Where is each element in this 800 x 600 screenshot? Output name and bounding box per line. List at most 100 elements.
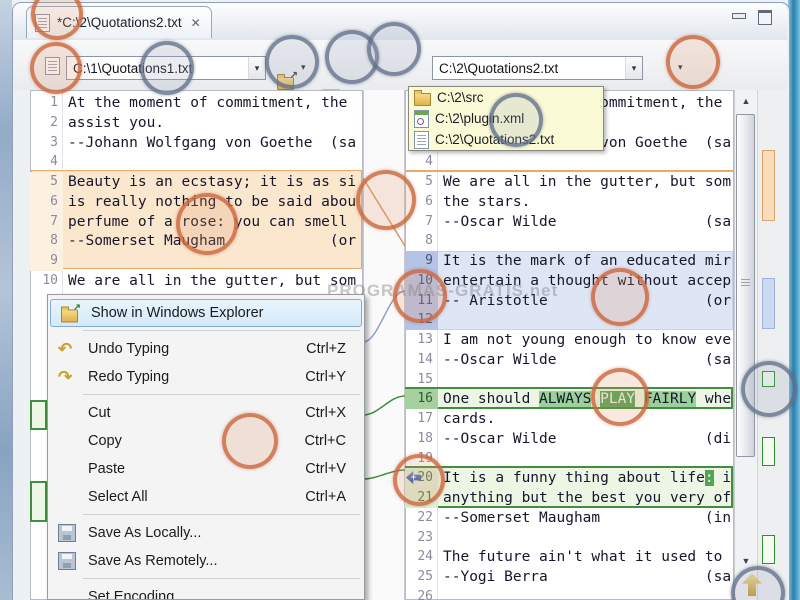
right-code-line[interactable]: cards. <box>443 409 732 429</box>
right-code-line[interactable]: --Oscar Wilde (sa <box>443 350 732 370</box>
right-line-number: 22 <box>417 509 433 525</box>
left-diff-edge-box <box>30 481 47 522</box>
right-code-line[interactable]: --Oscar Wilde (sa <box>443 212 732 232</box>
menu-item-cut[interactable]: Cut Ctrl+X <box>48 399 364 427</box>
dropdown-item-label: C:\2\src <box>437 90 484 105</box>
menu-item-save-as-remotely[interactable]: Save As Remotely... <box>48 547 364 575</box>
diff-connector-lines <box>363 177 405 480</box>
left-code-line[interactable] <box>68 152 362 172</box>
menu-item-label: Redo Typing <box>88 369 170 385</box>
right-line-number: 18 <box>417 430 433 446</box>
right-line-number: 23 <box>417 529 433 545</box>
left-code-line[interactable]: We are all in the gutter, but som <box>68 271 362 291</box>
ruler-marker-orange[interactable] <box>762 150 775 221</box>
annotation-circle-right-gutter-10 <box>393 269 447 323</box>
right-combo-arrow-icon[interactable]: ▾ <box>625 57 642 79</box>
annotation-circle-left-path-field <box>140 41 194 95</box>
minimize-view-icon[interactable] <box>731 11 747 24</box>
undo-icon: ↶ <box>58 339 73 359</box>
annotation-circle-rose-word <box>176 193 238 255</box>
right-code-line[interactable]: anything but the best you very of <box>443 488 732 508</box>
annotation-circle-dropdown-plugin <box>489 93 543 147</box>
scroll-down-icon[interactable]: ▼ <box>739 556 753 566</box>
right-line-number: 24 <box>417 549 433 565</box>
right-path-combo[interactable]: C:\2\Quotations2.txt ▾ <box>432 56 643 80</box>
left-combo-arrow-icon[interactable]: ▾ <box>248 57 265 79</box>
right-line-number: 4 <box>425 154 433 170</box>
annotation-circle-center-connector <box>356 170 416 230</box>
save-icon <box>58 552 76 570</box>
right-code-line[interactable]: It is a funny thing about life: i <box>443 468 732 488</box>
left-line-number: 3 <box>50 134 58 150</box>
ruler-marker-green[interactable] <box>762 535 775 564</box>
right-code-line[interactable] <box>443 231 732 251</box>
textfile-icon <box>414 130 429 149</box>
left-line-number: 5 <box>30 172 63 192</box>
context-menu: ↗ Show in Windows Explorer ↶ Undo Typing Ctr… <box>47 294 365 600</box>
right-line-number: 15 <box>417 371 433 387</box>
menu-item-redo-typing[interactable]: ↷ Redo Typing Ctrl+Y <box>48 363 364 391</box>
left-line-number: 2 <box>50 114 58 130</box>
menu-item-show-in-windows-explorer[interactable]: ↗ Show in Windows Explorer <box>50 299 362 327</box>
right-line-number: 9 <box>405 251 438 271</box>
right-code-line[interactable]: I am not young enough to know eve <box>443 330 732 350</box>
right-line-number: 14 <box>417 351 433 367</box>
left-code-line[interactable]: At the moment of commitment, the <box>68 93 362 113</box>
annotation-circle-left-file-icon <box>30 42 82 94</box>
menu-item-set-encoding[interactable]: Set Encoding... <box>48 583 364 599</box>
ruler-marker-green[interactable] <box>762 437 775 466</box>
menu-item-select-all[interactable]: Select All Ctrl+A <box>48 483 364 511</box>
right-line-number: 13 <box>417 332 433 347</box>
menu-item-label: Cut <box>88 405 111 421</box>
desktop-edge-left <box>0 0 12 600</box>
menu-item-label: Copy <box>88 433 122 449</box>
menu-item-shortcut: Ctrl+V <box>305 461 346 477</box>
annotation-circle-left-browse <box>265 35 319 89</box>
plugin-icon <box>414 109 429 128</box>
menu-item-shortcut: Ctrl+Y <box>305 369 346 385</box>
left-code-line[interactable]: Beauty is an ecstasy; it is as si <box>68 172 362 192</box>
right-code-line[interactable]: We are all in the gutter, but som <box>443 172 732 192</box>
right-code-line[interactable]: It is the mark of an educated mir <box>443 251 732 271</box>
left-code-line[interactable] <box>68 251 362 271</box>
left-line-number: 1 <box>50 95 58 110</box>
menu-item-shortcut: Ctrl+X <box>305 405 346 421</box>
right-code-line[interactable]: --Oscar Wilde (di <box>443 429 732 449</box>
annotation-circle-line20-marker <box>393 454 445 506</box>
right-line-number: 26 <box>417 588 433 600</box>
annotation-circle-play-word <box>591 368 649 426</box>
left-line-number: 10 <box>42 272 58 288</box>
right-code-line[interactable]: --Somerset Maugham (in <box>443 508 732 528</box>
menu-item-undo-typing[interactable]: ↶ Undo Typing Ctrl+Z <box>48 335 364 363</box>
menu-separator <box>48 575 364 583</box>
left-line-number: 8 <box>30 231 63 252</box>
right-code-line[interactable]: The future ain't what it used to <box>443 547 732 567</box>
left-diff-edge-box <box>30 400 47 430</box>
left-code-line[interactable]: --Johann Wolfgang von Goethe (sa <box>68 133 362 153</box>
ruler-marker-blue[interactable] <box>762 278 775 329</box>
right-code-line[interactable] <box>443 449 732 469</box>
menu-item-paste[interactable]: Paste Ctrl+V <box>48 455 364 483</box>
left-code-line[interactable]: assist you. <box>68 113 362 133</box>
left-line-number: 9 <box>30 251 63 271</box>
annotation-circle-ruler-green <box>741 361 797 417</box>
left-line-number: 6 <box>30 191 63 212</box>
right-code-line[interactable] <box>443 587 732 600</box>
scroll-up-icon[interactable]: ▲ <box>739 96 753 106</box>
right-code-line[interactable]: --Yogi Berra (sa <box>443 567 732 587</box>
tab-close-icon[interactable]: ✕ <box>191 16 201 30</box>
right-code-line[interactable] <box>443 310 732 330</box>
folder-icon <box>414 89 431 106</box>
right-code-line[interactable]: the stars. <box>443 192 732 212</box>
right-code-line[interactable]: One should ALWAYS PLAY FAIRLY whe <box>443 389 732 409</box>
right-code-line[interactable] <box>443 370 732 390</box>
annotation-circle-lightbulb <box>367 22 421 76</box>
right-path-value: C:\2\Quotations2.txt <box>439 60 559 76</box>
menu-item-shortcut: Ctrl+A <box>305 489 346 505</box>
right-code-line[interactable] <box>443 152 732 172</box>
menu-item-save-as-locally[interactable]: Save As Locally... <box>48 519 364 547</box>
menu-item-copy[interactable]: Copy Ctrl+C <box>48 427 364 455</box>
maximize-view-icon[interactable] <box>757 9 773 25</box>
menu-separator <box>48 327 364 335</box>
right-code-line[interactable] <box>443 528 732 548</box>
